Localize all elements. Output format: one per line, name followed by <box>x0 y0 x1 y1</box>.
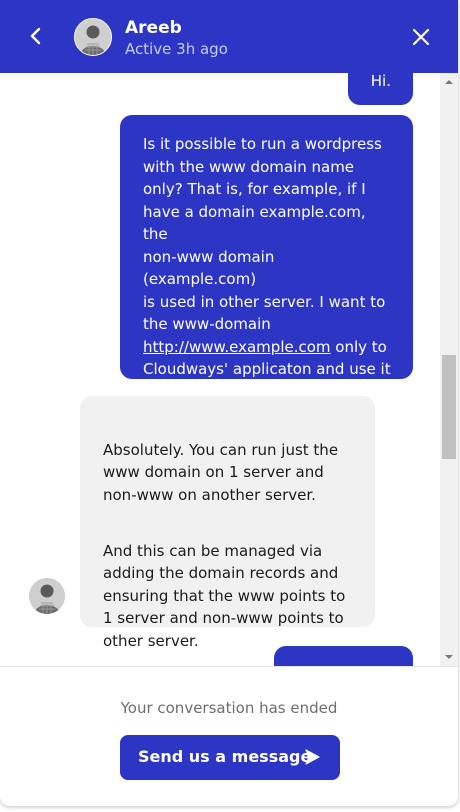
agent-name: Areeb <box>125 18 182 38</box>
send-message-label: Send us a message <box>138 747 312 766</box>
chat-header: Areeb Active 3h ago <box>0 0 458 73</box>
message-link[interactable]: http://www.example.com <box>143 338 331 356</box>
scroll-down-icon[interactable] <box>440 650 458 664</box>
user-message <box>274 646 413 666</box>
chat-widget: Areeb Active 3h ago Hi. Is it possible t… <box>0 0 458 806</box>
user-message: Is it possible to run a wordpress with t… <box>120 115 413 401</box>
send-message-button[interactable]: Send us a message <box>120 735 340 780</box>
scroll-thumb[interactable] <box>442 355 456 459</box>
user-message: Hi. <box>348 73 413 105</box>
chat-footer: Your conversation has ended Send us a me… <box>0 666 458 806</box>
agent-message-avatar <box>29 578 65 614</box>
message-text: Hi. <box>370 73 391 90</box>
scroll-up-icon[interactable] <box>440 75 458 89</box>
close-button[interactable] <box>408 24 434 50</box>
conversation-ended-text: Your conversation has ended <box>120 699 338 717</box>
agent-avatar <box>74 18 112 56</box>
message-text: Is it possible to run a wordpress with t… <box>143 135 386 333</box>
chevron-left-icon <box>30 27 41 45</box>
back-button[interactable] <box>22 22 50 50</box>
message-list[interactable]: Hi. Is it possible to run a wordpress wi… <box>0 73 440 666</box>
scrollbar[interactable] <box>440 73 458 666</box>
message-paragraph: And this can be managed via adding the d… <box>103 541 346 650</box>
message-paragraph: Absolutely. You can run just the www dom… <box>103 440 339 504</box>
close-icon <box>412 28 430 46</box>
agent-status: Active 3h ago <box>125 40 228 58</box>
send-arrow-icon <box>305 749 320 765</box>
agent-message: Absolutely. You can run just the www dom… <box>80 396 375 650</box>
